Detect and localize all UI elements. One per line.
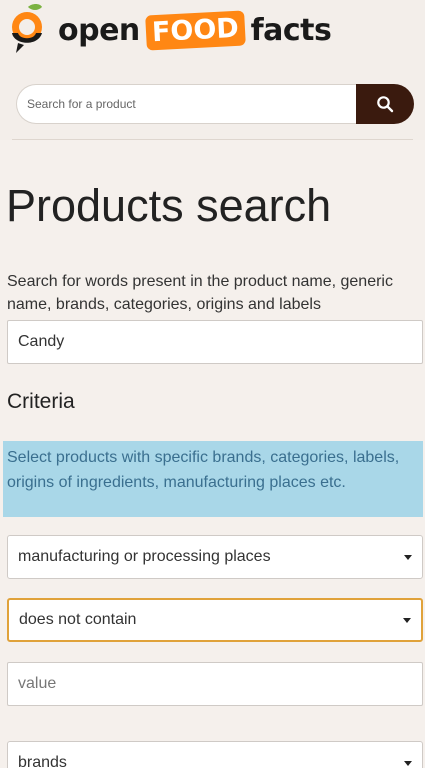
criterion-1-field-select[interactable]: manufacturing or processing places — [7, 535, 423, 579]
criterion-1-value-input[interactable] — [7, 662, 423, 706]
product-search-input[interactable] — [16, 84, 357, 124]
page: open FOOD facts Products search Search f… — [0, 0, 425, 768]
criterion-2-field-select[interactable]: brands — [7, 741, 423, 768]
open-food-facts-logo[interactable]: open FOOD facts — [8, 2, 332, 58]
criterion-1-operator-value: does not contain — [19, 611, 137, 628]
logo-food-badge: FOOD — [144, 9, 246, 51]
logo-open-text: open — [58, 12, 140, 48]
criterion-2-field-value: brands — [18, 754, 67, 768]
criteria-heading: Criteria — [7, 390, 75, 413]
criterion-1-operator-select[interactable]: does not contain — [7, 598, 423, 642]
page-title: Products search — [6, 180, 332, 231]
criterion-1-field-value: manufacturing or processing places — [18, 548, 271, 565]
search-button[interactable] — [356, 84, 414, 124]
search-terms-input[interactable] — [7, 320, 423, 364]
header-search — [16, 84, 414, 124]
logo-wordmark: open FOOD facts — [58, 9, 332, 51]
dropdown-arrow-icon — [404, 760, 412, 766]
header: open FOOD facts — [0, 0, 425, 140]
dropdown-arrow-icon — [404, 554, 412, 560]
search-icon — [377, 96, 394, 113]
dropdown-arrow-icon — [403, 617, 411, 623]
search-terms-label: Search for words present in the product … — [7, 273, 393, 313]
logo-facts-text: facts — [250, 12, 332, 48]
criteria-help-text: Select products with specific brands, ca… — [3, 441, 423, 517]
header-divider — [12, 139, 413, 140]
logo-mark-icon — [8, 3, 50, 57]
